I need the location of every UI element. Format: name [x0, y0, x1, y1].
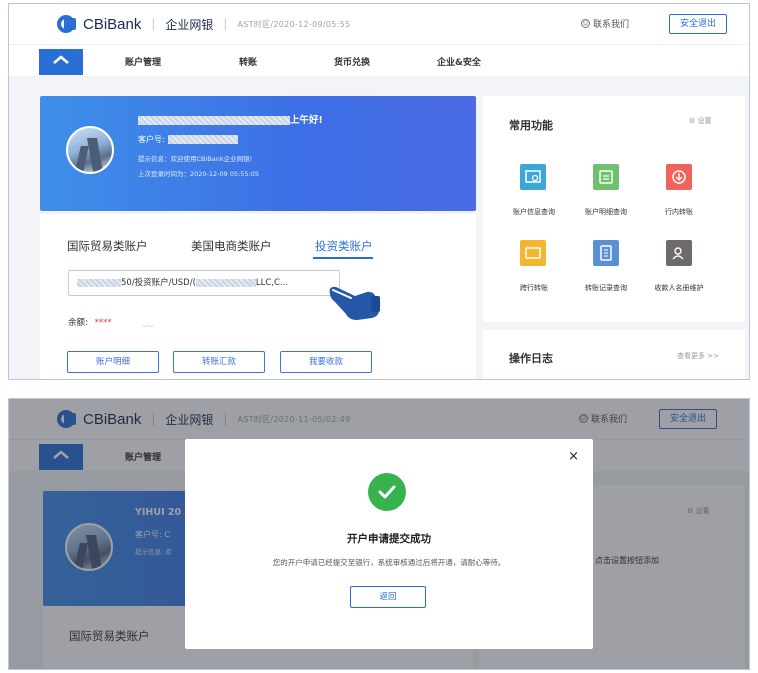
cbibank-logo-icon — [57, 15, 79, 33]
home-button[interactable] — [39, 49, 83, 75]
folder-icon — [525, 247, 541, 259]
nav-enterprise-security[interactable]: 企业&安全 — [437, 55, 481, 68]
contact-us-link[interactable]: ☺ 联系我们 — [581, 17, 629, 30]
success-dialog-screenshot: CBiBank | 企业网银 | AST时区/2020-11-05/02:49 … — [8, 398, 750, 670]
company-avatar — [66, 126, 114, 174]
balance-row: 余额: **** ‿‿ — [68, 316, 154, 328]
header-separator: | — [151, 17, 156, 31]
customer-number: 客户号: — [138, 134, 238, 145]
contacts-icon — [672, 247, 684, 260]
contact-us-label: 联系我们 — [593, 20, 630, 30]
chat-icon: ☺ — [581, 19, 590, 28]
main-nav: 账户管理 转账 货币兑换 企业&安全 — [9, 44, 749, 76]
settings-label: 设置 — [697, 117, 712, 125]
tile-label: 跨行转账 — [520, 284, 548, 292]
nav-transfer[interactable]: 转账 — [239, 55, 257, 68]
tab-us-ecommerce[interactable]: 美国电商类账户 — [191, 238, 272, 254]
success-dialog: × 开户申请提交成功 您的开户申请已经提交至银行，系统审核通过后将开通，请耐心等… — [185, 439, 593, 649]
cbibank-logo[interactable]: CBiBank | 企业网银 | AST时区/2020-12-09/05:55 — [57, 14, 350, 34]
functions-settings-link[interactable]: ⚙ 设置 — [689, 116, 712, 126]
tile-label: 账户信息查询 — [513, 208, 555, 216]
brand-name: CBiBank — [83, 15, 142, 33]
account-details-button[interactable]: 账户明细 — [67, 351, 159, 373]
record-icon — [600, 245, 612, 261]
balance-value: **** — [94, 318, 112, 328]
payee-list-tile[interactable] — [666, 240, 692, 266]
greeting-line: 上午好! — [138, 112, 323, 126]
nav-currency-exchange[interactable]: 货币兑换 — [334, 55, 370, 68]
tile-label: 账户明细查询 — [585, 208, 627, 216]
common-functions-title: 常用功能 — [509, 119, 553, 132]
tab-international-trade[interactable]: 国际贸易类账户 — [67, 238, 148, 254]
greeting-text: 上午好! — [290, 115, 323, 126]
tab-investment[interactable]: 投资类账户 — [315, 238, 373, 254]
interbank-transfer-tile[interactable] — [520, 240, 546, 266]
last-login-time: 上次登录时间为：2020-12-09 05:55:05 — [138, 170, 260, 178]
product-name: 企业网银 — [165, 17, 214, 32]
tile-label: 收款人名册维护 — [654, 284, 704, 292]
account-select[interactable]: 50/投资账户/USD/( LLC,C... — [68, 270, 340, 296]
masked-company-name — [138, 116, 290, 125]
success-check-icon — [368, 473, 406, 511]
account-info-query-tile[interactable] — [520, 164, 546, 190]
masked-account-prefix — [77, 278, 121, 287]
view-more-link[interactable]: 查看更多 >> — [677, 351, 719, 361]
tile-label: 转账记录查询 — [585, 284, 627, 292]
internal-transfer-tile[interactable] — [666, 164, 692, 190]
eye-hidden-icon[interactable]: ‿‿ — [142, 319, 153, 327]
top-header: CBiBank | 企业网银 | AST时区/2020-12-09/05:55 … — [9, 4, 749, 44]
masked-customer-number — [167, 135, 238, 144]
account-select-middle: 50/投资账户/USD/( — [121, 278, 196, 288]
account-overview-screenshot: CBiBank | 企业网银 | AST时区/2020-12-09/05:55 … — [8, 3, 750, 380]
nav-account-management[interactable]: 账户管理 — [125, 55, 161, 68]
active-tab-indicator — [313, 257, 373, 259]
card-search-icon — [525, 170, 541, 183]
server-time-info: AST时区/2020-12-09/05:55 — [237, 19, 351, 29]
tile-label: 行内转账 — [665, 208, 693, 216]
close-icon[interactable]: × — [568, 449, 579, 464]
masked-account-name — [195, 278, 256, 287]
transfer-icon — [672, 170, 686, 184]
customer-number-label: 客户号: — [138, 135, 165, 144]
gear-icon: ⚙ — [689, 117, 698, 125]
logout-button[interactable]: 安全退出 — [669, 14, 727, 34]
receive-payment-button[interactable]: 我要收款 — [280, 351, 372, 373]
home-icon — [53, 55, 69, 64]
transfer-remit-button[interactable]: 转账汇款 — [173, 351, 265, 373]
tip-message: 提示信息：欢迎使用CBiBank企业网银! — [138, 155, 253, 163]
balance-label: 余额: — [68, 318, 88, 328]
header-separator: | — [223, 17, 228, 31]
account-select-end: LLC,C... — [255, 278, 289, 288]
welcome-banner: 上午好! 客户号: 提示信息：欢迎使用CBiBank企业网银! 上次登录时间为：… — [40, 96, 476, 211]
operation-log-title: 操作日志 — [509, 352, 553, 365]
transfer-record-query-tile[interactable] — [593, 240, 619, 266]
account-statement-query-tile[interactable] — [593, 164, 619, 190]
statement-icon — [599, 170, 613, 184]
return-button[interactable]: 返回 — [350, 586, 426, 608]
pointing-hand-icon — [329, 286, 380, 320]
dialog-message: 您的开户申请已经提交至银行，系统审核通过后将开通，请耐心等待。 — [272, 558, 506, 567]
dialog-title: 开户申请提交成功 — [347, 533, 431, 545]
